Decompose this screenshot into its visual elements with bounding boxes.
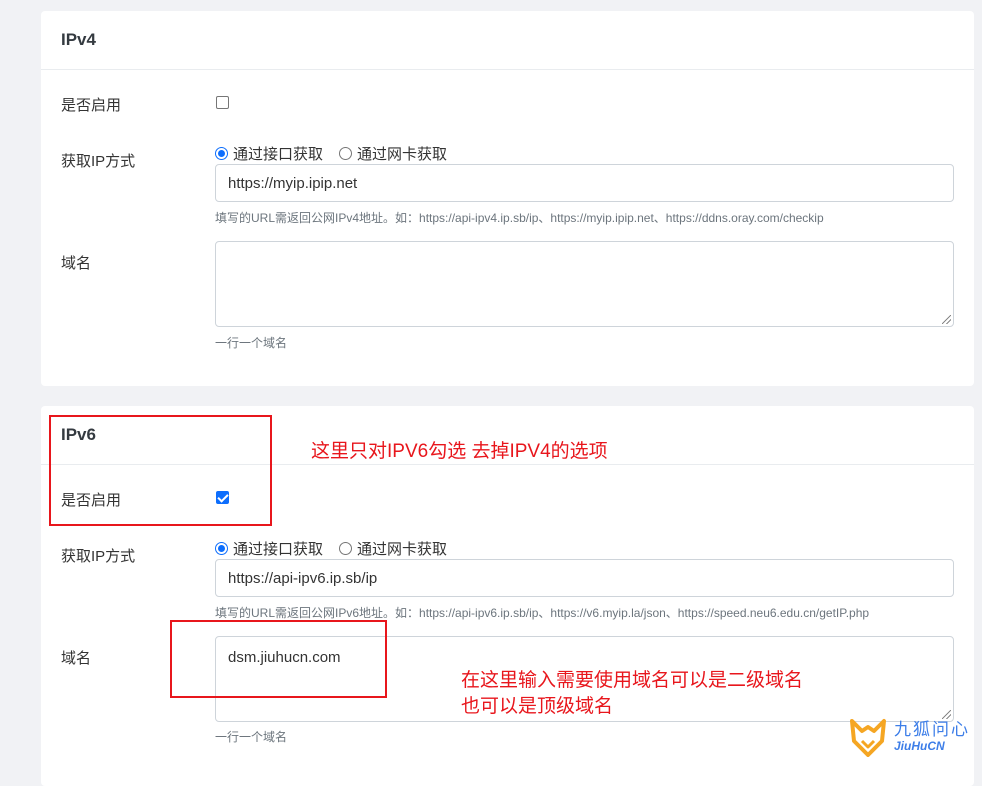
ipv6-domain-help: 一行一个域名 [215, 730, 288, 744]
ipv4-method-label: 获取IP方式 [61, 153, 136, 170]
ipv4-method-api-label: 通过接口获取 [233, 146, 324, 163]
ipv6-method-label: 获取IP方式 [61, 548, 136, 565]
radio-unselected-icon[interactable] [339, 147, 353, 160]
ipv6-url-help: 填写的URL需返回公网IPv6地址。如：https://api-ipv6.ip.… [215, 606, 870, 620]
ipv4-method-nic-option[interactable]: 通过网卡获取 [339, 143, 447, 164]
ipv6-method-api-option[interactable]: 通过接口获取 [215, 538, 323, 559]
annotation-note-domain-line1: 在这里输入需要使用域名可以是二级域名 [461, 670, 804, 691]
annotation-note-domain-line2: 也可以是顶级域名 [461, 696, 614, 717]
ipv4-method-radio-group: 通过接口获取 通过网卡获取 [215, 143, 463, 164]
ipv4-method-api-option[interactable]: 通过接口获取 [215, 143, 323, 164]
ipv4-card-title: IPv4 [41, 11, 974, 70]
ipv4-method-nic-label: 通过网卡获取 [357, 146, 448, 163]
ipv6-method-nic-label: 通过网卡获取 [357, 541, 448, 558]
radio-selected-icon[interactable] [215, 147, 228, 160]
ipv4-url-input[interactable]: https://myip.ipip.net [215, 164, 954, 202]
ipv4-domain-textarea[interactable] [215, 241, 954, 327]
radio-selected-icon[interactable] [215, 542, 228, 555]
ipv6-method-api-label: 通过接口获取 [233, 541, 324, 558]
watermark-text-cn: 九狐问心 [894, 719, 970, 739]
ipv6-method-nic-option[interactable]: 通过网卡获取 [339, 538, 447, 559]
ipv4-url-help: 填写的URL需返回公网IPv4地址。如：https://api-ipv4.ip.… [215, 211, 824, 225]
ipv6-domain-label: 域名 [61, 650, 92, 667]
highlight-box-ipv6-enable [49, 415, 272, 526]
ipv4-domain-help: 一行一个域名 [215, 336, 288, 350]
watermark-text-en: JiuHuCN [894, 738, 945, 753]
ipv6-method-radio-group: 通过接口获取 通过网卡获取 [215, 538, 463, 559]
annotation-note-ipv6: 这里只对IPV6勾选 去掉IPV4的选项 [311, 441, 608, 462]
ipv4-enable-label: 是否启用 [61, 97, 122, 114]
radio-unselected-icon[interactable] [339, 542, 353, 555]
watermark: 九狐问心 JiuHuCN [848, 714, 972, 758]
ipv4-enable-checkbox[interactable] [216, 96, 229, 109]
ipv4-domain-label: 域名 [61, 255, 92, 272]
fox-logo-icon [850, 719, 886, 757]
ipv6-url-input[interactable]: https://api-ipv6.ip.sb/ip [215, 559, 954, 597]
highlight-box-domain [170, 620, 387, 698]
ipv4-settings-card: IPv4 是否启用 获取IP方式 通过接口获取 通过网卡获取 https://m… [41, 11, 974, 386]
resize-grip-icon[interactable] [942, 315, 951, 324]
